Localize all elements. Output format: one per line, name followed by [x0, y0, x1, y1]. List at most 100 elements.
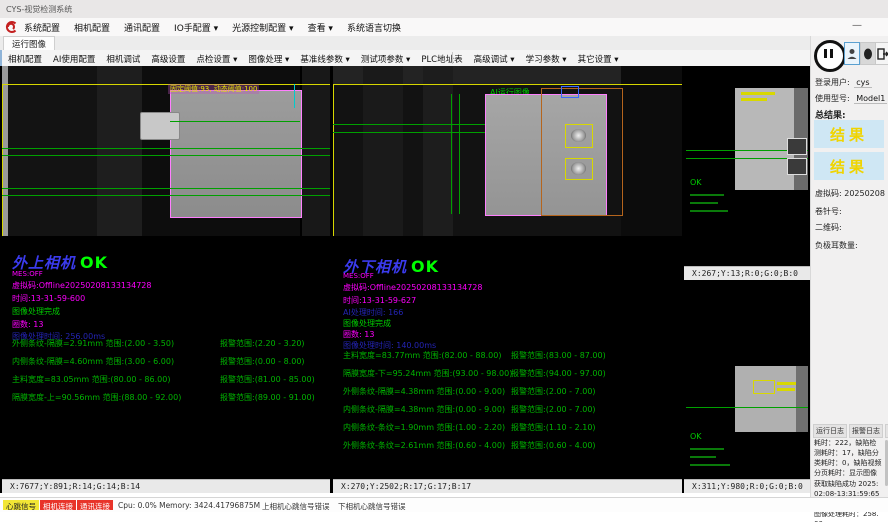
tool-camera-debug[interactable]: 相机调试: [106, 53, 140, 65]
main-area: 固定阈值:93, 动态阈值:100 外上相机OK MES:OFF 虚拟码:Off…: [0, 66, 810, 493]
measurement-value: 内侧条纹-隔膜=4.38mm 范围:(0.00 - 9.00): [343, 405, 505, 414]
ai-time-text: AI处理时间: 166: [343, 307, 403, 318]
time-text: 时间:13-31-59-627: [343, 295, 416, 306]
turns-text: 圈数: 13: [12, 319, 43, 330]
connector-part: [140, 112, 180, 140]
annotation-yellow-top-line: [2, 84, 330, 85]
tool-camera-config[interactable]: 相机配置: [8, 53, 42, 65]
log-tabs: 运行日志 报警日志 错误日志: [813, 424, 888, 438]
tool-other-settings[interactable]: 其它设置 ▾: [578, 53, 619, 65]
user-dark-icon: [863, 48, 873, 60]
cpu-memory-text: Cpu: 0.0% Memory: 3424.41796875M: [118, 501, 260, 510]
annotation-line: [690, 456, 716, 458]
exit-door-icon: [877, 48, 888, 60]
lower-camera-heartbeat-error: 下相机心跳信号错误: [338, 501, 406, 512]
minimize-button[interactable]: —: [852, 20, 862, 31]
annotation-yellow-left-line: [333, 84, 334, 236]
user-icon: [847, 48, 857, 60]
camera-image-upper[interactable]: 固定阈值:93, 动态阈值:100: [2, 66, 330, 236]
time-text: 时间:13-31-59-600: [12, 293, 85, 304]
defect-box-2: [565, 158, 593, 180]
log-tab-alarm[interactable]: 报警日志: [849, 424, 883, 438]
measurement-row: 内侧条纹-隔膜=4.60mm 范围:(3.00 - 6.00) 报警范围:(0.…: [12, 356, 322, 367]
measurement-value: 隔膜宽度-上=90.56mm 范围:(88.00 - 92.00): [12, 393, 181, 402]
baseline-vertical-1: [451, 94, 452, 214]
measurement-value: 外侧条纹-条纹=2.61mm 范围:(0.60 - 4.00): [343, 441, 505, 450]
tool-learning-params[interactable]: 学习参数 ▾: [526, 53, 567, 65]
small-image-2[interactable]: [735, 366, 808, 432]
model-value: Model1: [854, 94, 887, 104]
toolbar: 相机配置 AI使用配置 相机调试 高级设置 点检设置 ▾ 图像处理 ▾ 基准线参…: [0, 50, 810, 67]
app-logo-icon: [4, 20, 18, 34]
measurement-value: 外侧条纹-隔膜=2.91mm 范围:(2.00 - 3.50): [12, 339, 174, 348]
measurement-row: 外侧条纹-条纹=2.61mm 范围:(0.60 - 4.00) 报警范围:(0.…: [343, 440, 678, 451]
mes-status: MES:OFF: [343, 272, 374, 280]
alarm-range: 报警范围:(83.00 - 87.00): [511, 350, 606, 361]
baseline-vertical-2: [459, 94, 460, 214]
tab-strip: 运行图像: [0, 36, 810, 51]
user-login-button[interactable]: [844, 42, 860, 65]
product-region: [170, 90, 302, 218]
result-ok: OK: [411, 257, 439, 276]
roi-blue-box: [561, 86, 579, 98]
tool-advanced-settings[interactable]: 高级设置: [151, 53, 185, 65]
user-manage-button[interactable]: [860, 42, 876, 65]
window-title: CYS-视觉检测系统: [6, 4, 72, 15]
roi-orange-box: [541, 88, 623, 216]
tool-spot-check[interactable]: 点检设置 ▾: [196, 53, 237, 65]
pixel-coordinates-small-1: X:267;Y:13;R:0;G:0;B:0: [684, 266, 810, 280]
alarm-range: 报警范围:(0.00 - 8.00): [220, 356, 305, 367]
alarm-range: 报警范围:(2.20 - 3.20): [220, 338, 305, 349]
measurement-value: 内侧条纹-条纹=1.90mm 范围:(1.00 - 2.20): [343, 423, 505, 432]
mes-status: MES:OFF: [12, 270, 43, 278]
tool-image-process[interactable]: 图像处理 ▾: [248, 53, 289, 65]
small-view-status: OK: [690, 178, 702, 187]
tool-ai-usage-config[interactable]: AI使用配置: [53, 53, 95, 65]
app-window: CYS-视觉检测系统 系统配置 相机配置 通讯配置 IO手配置 ▾ 光源控制配置…: [0, 0, 888, 522]
menu-system-config[interactable]: 系统配置: [24, 21, 60, 34]
camera-image-lower[interactable]: AI运行图像: [333, 66, 682, 236]
alarm-range: 报警范围:(89.00 - 91.00): [220, 392, 315, 403]
annotation-yellow-left-line: [2, 84, 3, 236]
baseline-3: [2, 188, 330, 189]
upper-camera-heartbeat-error: 上相机心跳信号错误: [262, 501, 330, 512]
result-box-2: 结果: [814, 152, 884, 180]
tab-run-image[interactable]: 运行图像: [3, 36, 55, 51]
annotation-line: [690, 210, 728, 212]
tool-baseline-params[interactable]: 基准线参数 ▾: [300, 53, 349, 65]
tool-test-params[interactable]: 测试项参数 ▾: [361, 53, 410, 65]
pause-icon: [830, 49, 833, 58]
machine-band: [363, 66, 403, 236]
menu-camera-config[interactable]: 相机配置: [74, 21, 110, 34]
defect-box: [753, 380, 775, 394]
result-ok: OK: [80, 253, 108, 272]
pin-number-row: 卷针号:: [815, 206, 842, 217]
tool-plc-address[interactable]: PLC地址表: [421, 53, 462, 65]
pause-button[interactable]: [814, 40, 846, 72]
menu-light-config[interactable]: 光源控制配置 ▾: [232, 21, 293, 34]
menu-view[interactable]: 查看 ▾: [308, 21, 333, 34]
login-user-row: 登录用户: cys: [815, 77, 872, 88]
title-bar: CYS-视觉检测系统: [0, 0, 888, 19]
baseline-4: [2, 195, 330, 196]
tool-advanced-debug[interactable]: 高级调试 ▾: [474, 53, 515, 65]
annotation-line: [690, 202, 718, 204]
annotation-yellow-text: [741, 98, 767, 101]
menu-comm-config[interactable]: 通讯配置: [124, 21, 160, 34]
alarm-range: 报警范围:(94.00 - 97.00): [511, 368, 606, 379]
measurement-row: 外侧条纹-隔膜=4.38mm 范围:(0.00 - 9.00) 报警范围:(2.…: [343, 386, 678, 397]
measurement-row: 主料宽度=83.05mm 范围:(80.00 - 86.00) 报警范围:(81…: [12, 374, 322, 385]
logout-button[interactable]: [875, 42, 888, 65]
menu-language-switch[interactable]: 系统语言切换: [347, 21, 401, 34]
comm-link-badge: 通讯连接: [77, 500, 113, 510]
alarm-range: 报警范围:(81.00 - 85.00): [220, 374, 315, 385]
machine-mid-band: [97, 66, 142, 236]
measurement-row: 内侧条纹-隔膜=4.38mm 范围:(0.00 - 9.00) 报警范围:(2.…: [343, 404, 678, 415]
defect-box-1: [565, 124, 593, 148]
annotation-cyan-line: [294, 84, 295, 108]
measurement-row: 隔膜宽度-下=95.24mm 范围:(93.00 - 98.00) 报警范围:(…: [343, 368, 678, 379]
process-done-text: 图像处理完成: [12, 306, 60, 317]
menu-io-config[interactable]: IO手配置 ▾: [174, 21, 218, 34]
log-tab-run[interactable]: 运行日志: [813, 424, 847, 438]
qr-code-row: 二维码:: [815, 222, 842, 233]
